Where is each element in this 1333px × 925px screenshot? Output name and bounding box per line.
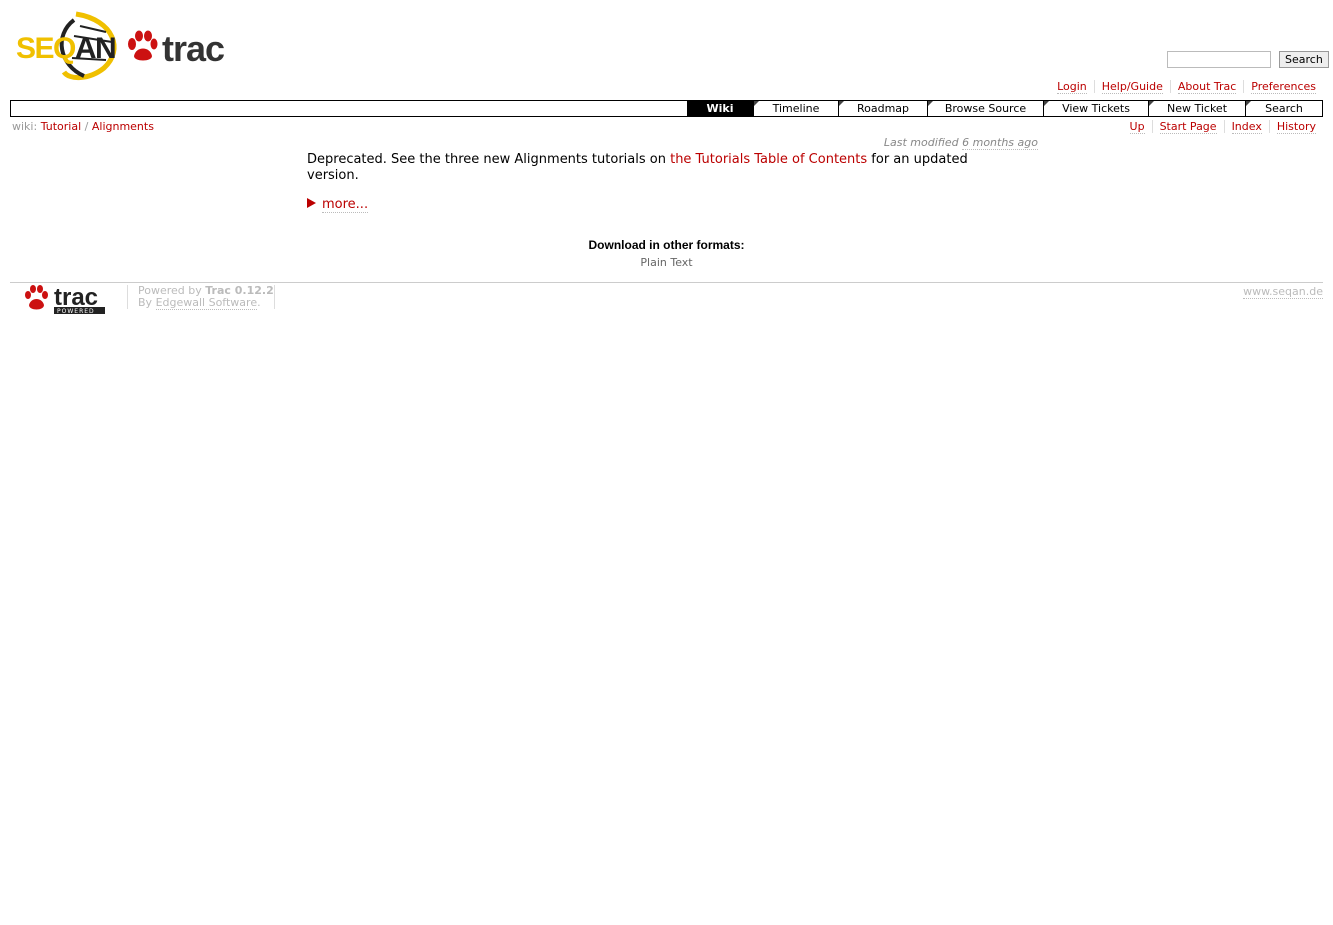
tab-roadmap[interactable]: Roadmap [838,101,927,116]
about-trac-link[interactable]: About Trac [1177,80,1237,94]
footer-separator [127,285,128,309]
tab-wiki[interactable]: Wiki [687,101,753,116]
edgewall-link[interactable]: Edgewall Software [155,296,258,310]
svg-text:POWERED: POWERED [57,308,95,315]
tab-corner-icon [928,101,933,106]
wiki-content: Deprecated. See the three new Alignments… [307,152,1007,184]
trac-powered-icon: trac POWERED [25,284,105,315]
last-modified-age-link[interactable]: 6 months ago [962,136,1038,150]
history-link[interactable]: History [1276,120,1316,134]
tab-corner-icon [839,101,844,106]
tab-new-ticket[interactable]: New Ticket [1148,101,1245,116]
login-link[interactable]: Login [1057,80,1087,94]
seqan-wordmark: SEQAN [16,32,117,65]
seqan-site-link[interactable]: www.seqan.de [1243,285,1323,299]
tab-corner-icon [754,101,759,106]
search-form: Search [1167,51,1329,69]
context-nav: Up Start Page Index History [1123,120,1323,134]
tab-corner-icon [1044,101,1049,106]
start-page-link[interactable]: Start Page [1159,120,1217,134]
tab-corner-icon [1149,101,1154,106]
breadcrumb-separator: / [84,120,89,133]
powered-by-text: Powered by Trac 0.12.2 By Edgewall Softw… [138,284,274,310]
breadcrumb-alignments[interactable]: Alignments [92,120,154,133]
tab-view-tickets[interactable]: View Tickets [1043,101,1148,116]
up-link[interactable]: Up [1129,120,1145,134]
footer-site: www.seqan.de [1243,285,1323,299]
breadcrumb-prefix: wiki: [12,120,38,133]
expand-triangle-icon [307,198,316,208]
alt-formats: Download in other formats: Plain Text [0,238,1333,269]
more-toggle[interactable]: more... [307,197,369,213]
trac-wordmark: trac [162,28,225,69]
tab-browse-source[interactable]: Browse Source [927,101,1043,116]
main-nav: Wiki Timeline Roadmap Browse Source View… [10,100,1323,117]
breadcrumb: wiki: Tutorial / Alignments [12,120,154,133]
search-button[interactable]: Search [1279,51,1329,68]
paw-icon [128,30,158,61]
meta-nav: Login Help/Guide About Trac Preferences [1050,80,1323,94]
tab-corner-icon [1246,101,1251,106]
trac-powered-logo[interactable]: trac POWERED [24,284,124,319]
footer-separator [274,285,275,309]
footer-divider [10,282,1323,283]
tab-timeline[interactable]: Timeline [753,101,838,116]
plain-text-link[interactable]: Plain Text [640,256,692,269]
site-logo[interactable]: SEQAN trac [14,10,229,82]
breadcrumb-tutorial[interactable]: Tutorial [41,120,81,133]
content-text: Deprecated. See the three new Alignments… [307,152,671,167]
tutorials-toc-link[interactable]: the Tutorials Table of Contents [670,152,867,167]
index-link[interactable]: Index [1231,120,1262,134]
preferences-link[interactable]: Preferences [1251,80,1316,94]
more-link[interactable]: more... [322,197,369,213]
tab-search[interactable]: Search [1245,101,1322,116]
alt-formats-heading: Download in other formats: [588,238,745,252]
last-modified: Last modified 6 months ago [883,136,1038,150]
help-guide-link[interactable]: Help/Guide [1101,80,1163,94]
search-input[interactable] [1167,51,1271,68]
